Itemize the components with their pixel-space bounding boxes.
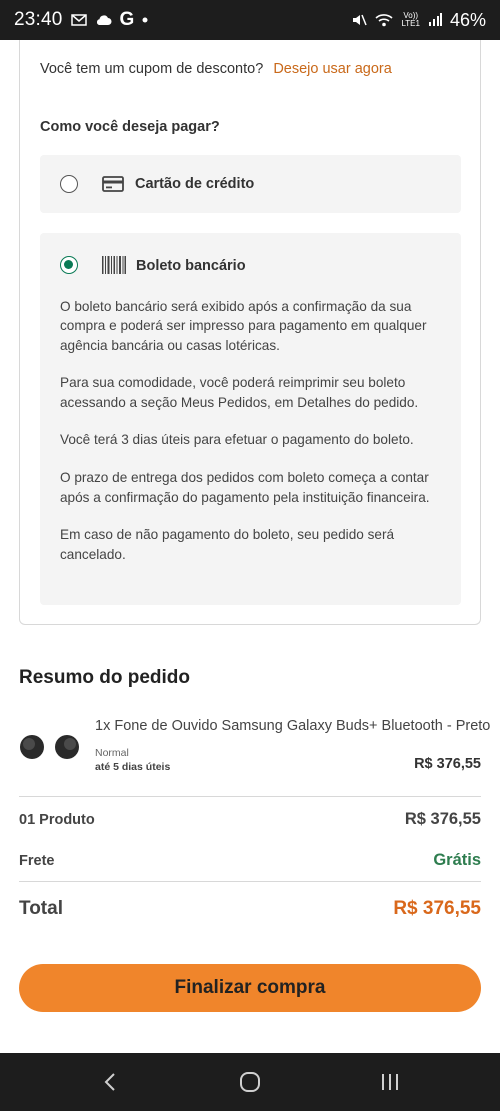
payment-section: Você tem um cupom de desconto? Desejo us… <box>19 40 481 625</box>
shipping-type: Normal <box>95 747 129 759</box>
shipping-value: Grátis <box>433 851 481 869</box>
order-summary-title: Resumo do pedido <box>19 667 190 688</box>
battery-level: 46% <box>449 9 486 30</box>
cloud-icon <box>95 14 112 26</box>
divider <box>19 881 481 882</box>
product-price: R$ 376,55 <box>414 756 481 772</box>
coupon-row: Você tem um cupom de desconto? Desejo us… <box>40 61 392 77</box>
coupon-question: Você tem um cupom de desconto? <box>40 61 264 77</box>
shipping-days: até 5 dias úteis <box>95 761 171 773</box>
shipping-label: Frete <box>19 853 55 869</box>
earbuds-product-image <box>19 731 81 763</box>
credit-card-radio[interactable] <box>60 175 78 193</box>
boleto-label: Boleto bancário <box>136 258 246 274</box>
products-count-label: 01 Produto <box>19 812 95 828</box>
gmail-icon <box>70 14 87 26</box>
credit-card-icon <box>102 176 124 197</box>
dot-icon <box>142 17 148 23</box>
wifi-icon <box>375 13 393 27</box>
boleto-radio[interactable] <box>60 256 78 274</box>
use-coupon-link[interactable]: Desejo usar agora <box>273 61 392 77</box>
payment-option-boleto[interactable]: Boleto bancário O boleto bancário será e… <box>40 233 461 605</box>
status-bar: 23:40 G Vo)) LTE1 46% <box>0 0 500 40</box>
products-subtotal: R$ 376,55 <box>404 810 481 828</box>
product-name: 1x Fone de Ouvido Samsung Galaxy Buds+ B… <box>95 718 491 734</box>
home-icon[interactable] <box>238 1070 262 1094</box>
boleto-paragraph: Você terá 3 dias úteis para efetuar o pa… <box>60 432 414 448</box>
recents-icon[interactable] <box>378 1070 402 1094</box>
boleto-paragraph: Para sua comodidade, você poderá reimpri… <box>60 375 419 410</box>
google-icon: G <box>119 9 135 30</box>
boleto-paragraph: Em caso de não pagamento do boleto, seu … <box>60 527 395 562</box>
back-icon[interactable] <box>98 1070 122 1094</box>
volte-icon: Vo)) LTE1 <box>401 12 420 28</box>
status-bar-right: Vo)) LTE1 46% <box>351 10 486 31</box>
boleto-paragraph: O prazo de entrega dos pedidos com bolet… <box>60 470 430 505</box>
status-time: 23:40 <box>14 9 63 30</box>
credit-card-label: Cartão de crédito <box>135 176 255 192</box>
divider <box>19 796 481 797</box>
mute-icon <box>351 12 368 28</box>
volte-label-bottom: LTE1 <box>401 19 420 28</box>
boleto-paragraph: O boleto bancário será exibido após a co… <box>60 299 427 353</box>
status-bar-left: 23:40 G <box>14 9 148 31</box>
signal-icon <box>428 13 442 27</box>
navigation-bar <box>0 1053 500 1111</box>
total-value: R$ 376,55 <box>393 898 481 919</box>
finalize-purchase-button[interactable]: Finalizar compra <box>19 964 481 1012</box>
total-label: Total <box>19 898 63 919</box>
boleto-info: O boleto bancário será exibido após a co… <box>60 297 440 582</box>
barcode-icon <box>102 256 126 279</box>
payment-option-credit-card[interactable]: Cartão de crédito <box>40 155 461 213</box>
payment-title: Como você deseja pagar? <box>40 119 220 135</box>
